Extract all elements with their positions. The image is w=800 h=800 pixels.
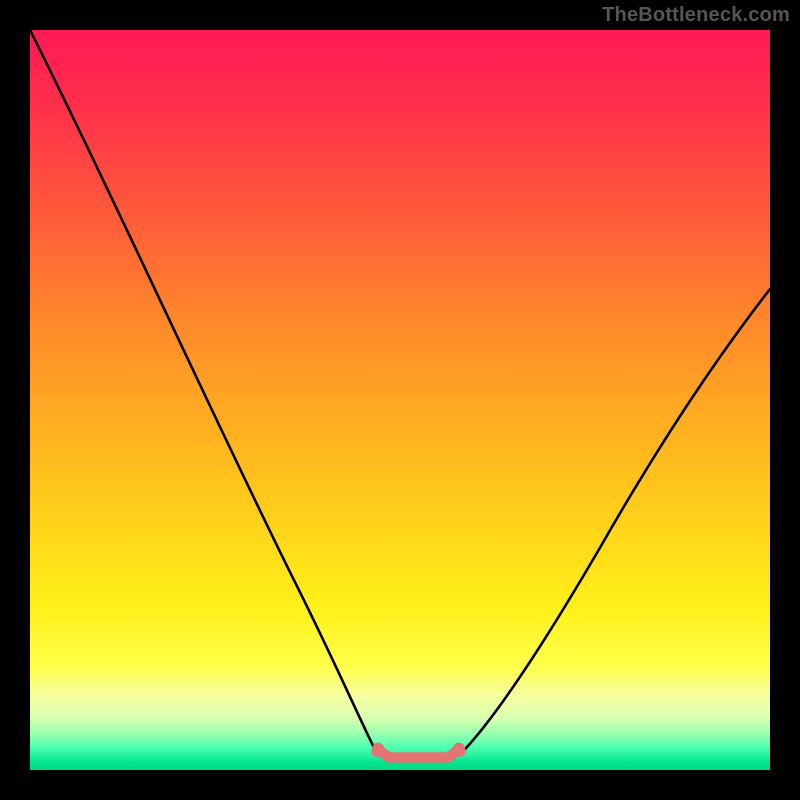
bottom-band — [376, 748, 460, 758]
bottom-band-right-dot — [454, 743, 464, 753]
chart-frame: TheBottleneck.com — [0, 0, 800, 800]
right-curve — [459, 289, 770, 755]
bottom-band-left-dot — [373, 743, 383, 753]
curves-layer — [30, 30, 770, 770]
left-curve — [30, 30, 378, 755]
plot-area — [30, 30, 770, 770]
watermark-text: TheBottleneck.com — [602, 4, 790, 27]
